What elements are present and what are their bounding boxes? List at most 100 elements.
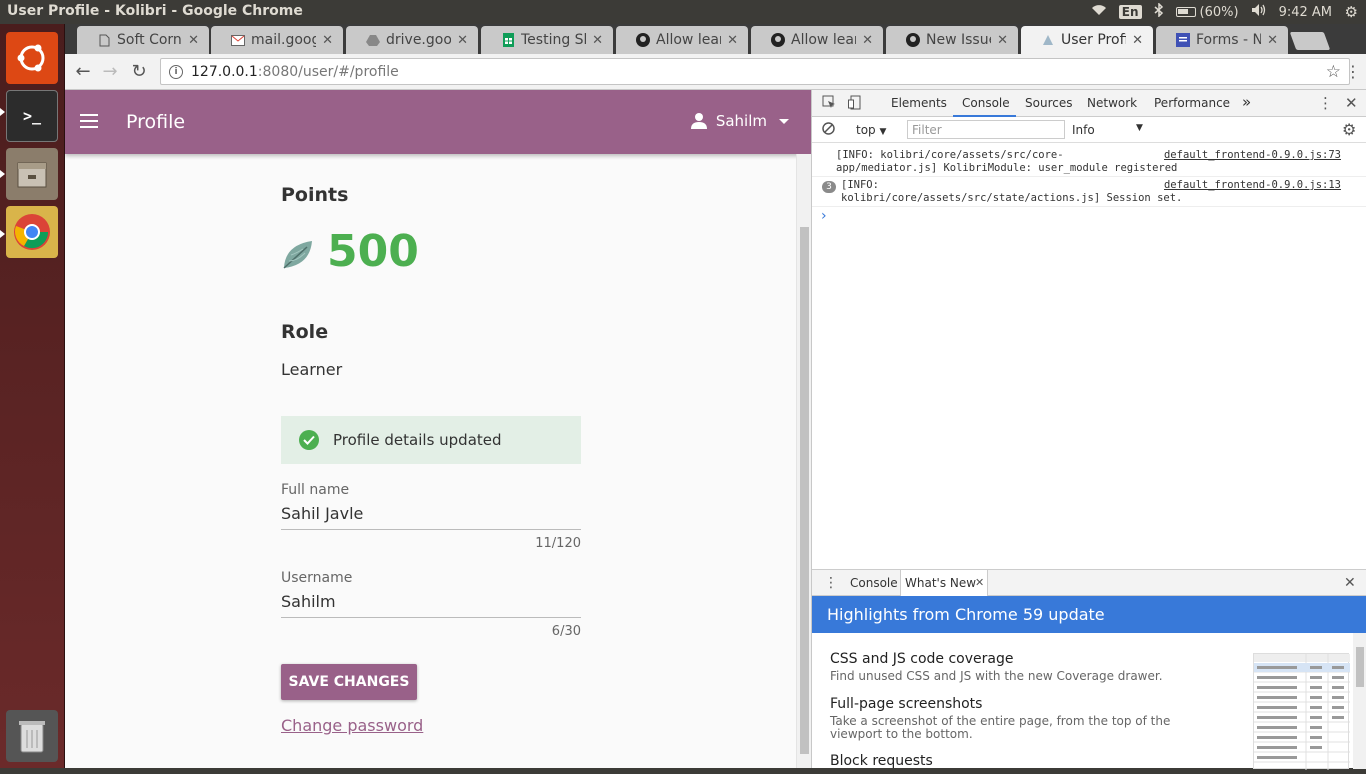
launcher-running-pip	[0, 108, 5, 116]
check-circle-icon	[299, 430, 319, 450]
tab-github-2[interactable]: Allow learn ✕	[751, 26, 883, 54]
user-menu-button[interactable]: Sahilm	[690, 112, 789, 130]
username-input[interactable]: Sahilm	[281, 592, 581, 618]
whats-new-item[interactable]: Block requests	[830, 753, 1190, 769]
tab-github-1[interactable]: Allow learn ✕	[616, 26, 748, 54]
tab-label: mail.googl	[251, 32, 317, 48]
whats-new-item[interactable]: CSS and JS code coverage Find unused CSS…	[830, 651, 1190, 683]
console-source-link[interactable]: default_frontend-0.9.0.js:13	[1164, 179, 1341, 191]
close-icon[interactable]: ✕	[592, 33, 603, 48]
change-password-link[interactable]: Change password	[281, 716, 423, 735]
battery-indicator[interactable]: (60%)	[1175, 5, 1239, 20]
scrollbar-thumb[interactable]	[1356, 647, 1364, 687]
device-toolbar-icon[interactable]	[848, 95, 862, 113]
forms-icon	[1176, 33, 1190, 47]
info-icon[interactable]: i	[169, 64, 183, 79]
close-icon[interactable]: ✕	[1132, 33, 1143, 48]
console-message: [INFO: kolibri/core/assets/src/core- app…	[812, 148, 1366, 177]
role-value: Learner	[281, 360, 343, 379]
drawer-menu-icon[interactable]: ⋮	[824, 575, 838, 591]
trash-icon[interactable]	[6, 710, 58, 762]
chrome-icon[interactable]	[6, 206, 58, 258]
inspect-element-icon[interactable]	[822, 95, 836, 112]
kolibri-icon	[1041, 33, 1055, 47]
devtools-tab-console[interactable]: Console	[962, 96, 1010, 110]
volume-icon[interactable]	[1251, 3, 1267, 21]
back-arrow-icon[interactable]: ←	[72, 61, 94, 82]
tab-gmail[interactable]: mail.googl ✕	[211, 26, 343, 54]
close-icon[interactable]: ✕	[188, 33, 199, 48]
bookmark-star-icon[interactable]: ☆	[1326, 62, 1341, 82]
address-bar[interactable]: i 127.0.0.1:8080/user/#/profile ☆	[160, 58, 1350, 85]
chevron-down-icon[interactable]: ▼	[1136, 123, 1143, 133]
devtools-menu-icon[interactable]: ⋮	[1318, 94, 1333, 112]
chrome-menu-icon[interactable]: ⋮	[1345, 62, 1361, 81]
devtools-drawer: ⋮ Console What's New ✕ ✕ Highlights from…	[812, 569, 1366, 770]
coverage-thumbnail-image	[1253, 653, 1350, 770]
fullname-label: Full name	[281, 482, 350, 498]
clear-console-icon[interactable]	[822, 122, 835, 138]
context-selector[interactable]: top ▼	[856, 123, 886, 137]
item-title: CSS and JS code coverage	[830, 651, 1014, 667]
page-viewport: Profile Sahilm Points 500 Role Learner P…	[65, 90, 811, 768]
drawer-tab-whats-new[interactable]: What's New ✕	[900, 570, 988, 596]
console-prompt[interactable]: ›	[821, 208, 827, 224]
tab-label: Soft Corne	[117, 32, 182, 48]
files-icon[interactable]	[6, 148, 58, 200]
tab-drive[interactable]: drive.goog ✕	[346, 26, 478, 54]
keyboard-layout[interactable]: En	[1118, 5, 1142, 19]
forward-arrow-icon[interactable]: →	[99, 61, 121, 82]
console-source-link[interactable]: default_frontend-0.9.0.js:73	[1164, 149, 1341, 161]
save-changes-button[interactable]: SAVE CHANGES	[281, 664, 417, 700]
clock[interactable]: 9:42 AM	[1279, 5, 1332, 20]
tab-forms[interactable]: Forms - Na ✕	[1156, 26, 1288, 54]
github-icon	[906, 33, 920, 47]
console-filter-input[interactable]: Filter	[907, 120, 1065, 139]
close-icon[interactable]: ✕	[457, 33, 468, 48]
hamburger-menu-icon[interactable]	[80, 114, 98, 128]
new-tab-button[interactable]	[1289, 32, 1331, 50]
tab-sheets[interactable]: Testing She ✕	[481, 26, 613, 54]
console-filter-bar: top ▼ Filter Info ▼ ⚙	[812, 117, 1366, 143]
browser-toolbar: ← → ↻ i 127.0.0.1:8080/user/#/profile ☆ …	[65, 54, 1366, 90]
devtools-tab-performance[interactable]: Performance	[1154, 96, 1230, 110]
console-settings-gear-icon[interactable]: ⚙	[1342, 120, 1356, 139]
close-drawer-icon[interactable]: ✕	[1344, 575, 1356, 591]
window-title: User Profile - Kolibri - Google Chrome	[7, 3, 303, 19]
address-host: 127.0.0.1	[191, 63, 258, 80]
whats-new-item[interactable]: Full-page screenshots Take a screenshot …	[830, 696, 1190, 741]
close-icon[interactable]: ✕	[975, 576, 984, 589]
close-icon[interactable]: ✕	[727, 33, 738, 48]
close-icon[interactable]: ✕	[862, 33, 873, 48]
close-icon[interactable]: ✕	[1267, 33, 1278, 48]
item-desc: Find unused CSS and JS with the new Cove…	[830, 669, 1163, 683]
page-scrollbar[interactable]	[796, 154, 811, 768]
ubuntu-dash-icon[interactable]	[6, 32, 58, 84]
tab-new-issue[interactable]: New Issue ✕	[886, 26, 1018, 54]
whats-new-scrollbar[interactable]	[1353, 633, 1366, 769]
wifi-icon[interactable]	[1091, 4, 1107, 20]
battery-icon	[1175, 7, 1196, 17]
tab-label: drive.goog	[386, 32, 452, 48]
drawer-tab-console[interactable]: Console	[850, 576, 898, 590]
devtools-tab-elements[interactable]: Elements	[891, 96, 947, 110]
close-devtools-icon[interactable]: ✕	[1345, 94, 1358, 112]
log-level-select[interactable]: Info	[1072, 123, 1095, 137]
devtools-tab-sources[interactable]: Sources	[1025, 96, 1072, 110]
scrollbar-thumb[interactable]	[800, 227, 809, 754]
repeat-count-badge: 3	[822, 181, 836, 193]
terminal-icon[interactable]: >_	[6, 90, 58, 142]
app-bar: Profile Sahilm	[65, 90, 811, 154]
fullname-input[interactable]: Sahil Javle	[281, 504, 581, 530]
close-icon[interactable]: ✕	[322, 33, 333, 48]
session-gear-icon[interactable]: ⚙	[1345, 3, 1358, 21]
tab-user-profile[interactable]: User Profil ✕	[1021, 26, 1153, 54]
reload-icon[interactable]: ↻	[128, 61, 150, 82]
context-value: top	[856, 123, 876, 137]
tab-soft-corner[interactable]: Soft Corne ✕	[77, 26, 209, 54]
bluetooth-icon[interactable]	[1154, 2, 1164, 21]
close-icon[interactable]: ✕	[997, 33, 1008, 48]
devtools-tab-network[interactable]: Network	[1087, 96, 1137, 110]
more-tabs-icon[interactable]: »	[1242, 93, 1251, 111]
tab-label: Testing She	[521, 32, 586, 48]
